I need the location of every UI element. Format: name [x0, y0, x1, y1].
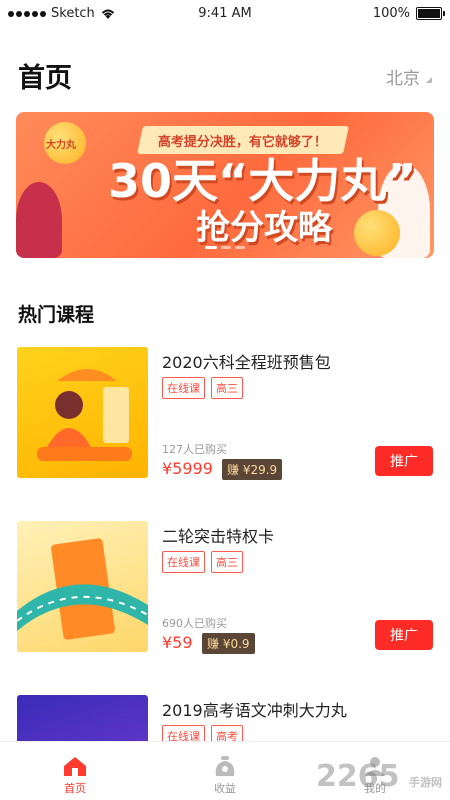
- banner-headline: 30天“大力丸”: [108, 154, 417, 208]
- banner-subline: 抢分攻略: [196, 208, 332, 248]
- watermark-brand: 2265: [316, 759, 400, 794]
- course-thumbnail: [17, 347, 148, 478]
- promo-banner[interactable]: 大力丸 高考提分决胜，有它就够了！ 30天“大力丸” 抢分攻略: [16, 112, 434, 258]
- banner-ribbon: 高考提分决胜，有它就够了！: [137, 126, 349, 154]
- buyer-count: 690人已购买: [162, 617, 227, 630]
- city-selector[interactable]: 北京: [386, 64, 432, 89]
- tab-label: 首页: [64, 782, 86, 795]
- course-title: 2020六科全程班预售包: [162, 353, 331, 372]
- status-bar: Sketch 9:41 AM 100%: [0, 0, 450, 28]
- course-tag: 在线课: [162, 725, 205, 741]
- course-card[interactable]: 2020六科全程班预售包 在线课 高三 127人已购买 ¥5999 赚 ¥29.…: [0, 347, 450, 487]
- battery-icon: [416, 7, 445, 20]
- course-title: 二轮突击特权卡: [162, 527, 275, 546]
- buyer-count: 127人已购买: [162, 443, 227, 456]
- money-bag-icon: [215, 756, 235, 776]
- course-tag: 高考: [211, 725, 243, 741]
- tab-earnings[interactable]: 收益: [150, 742, 300, 800]
- battery-percent: 100%: [372, 6, 410, 21]
- course-tag: 在线课: [162, 377, 205, 399]
- course-tags: 在线课 高三: [162, 551, 243, 573]
- course-thumbnail: [17, 695, 148, 741]
- banner-pager: [16, 246, 434, 249]
- course-price: ¥5999: [162, 459, 213, 478]
- home-icon: [64, 757, 86, 776]
- course-tag: 高三: [211, 551, 243, 573]
- earn-badge: 赚 ¥0.9: [202, 633, 255, 654]
- city-label: 北京: [386, 69, 420, 89]
- ball-text: 大力丸: [46, 140, 76, 151]
- course-card[interactable]: 二轮突击特权卡 在线课 高三 690人已购买 ¥59 赚 ¥0.9 推广: [0, 521, 450, 661]
- course-tags: 在线课 高三: [162, 377, 243, 399]
- site-watermark: 2265 手游网: [316, 759, 442, 794]
- tab-home[interactable]: 首页: [0, 742, 150, 800]
- course-tags: 在线课 高考: [162, 725, 243, 741]
- ball-decoration-icon-2: [354, 210, 400, 256]
- tab-label: 收益: [214, 782, 236, 795]
- dropdown-triangle-icon: [426, 76, 432, 83]
- earn-badge: 赚 ¥29.9: [222, 459, 283, 480]
- card-illustration-icon: [17, 538, 148, 640]
- study-illustration-icon: [37, 369, 132, 461]
- course-thumbnail: [17, 521, 148, 652]
- promote-button[interactable]: 推广: [375, 446, 433, 476]
- course-price: ¥59: [162, 633, 193, 652]
- page-title: 首页: [18, 63, 72, 94]
- section-title: 热门课程: [18, 304, 95, 326]
- watermark-site: 手游网: [409, 776, 442, 789]
- promote-button[interactable]: 推广: [375, 620, 433, 650]
- course-tag: 在线课: [162, 551, 205, 573]
- course-card[interactable]: 2019高考语文冲刺大力丸 在线课 高考: [0, 695, 450, 741]
- course-title: 2019高考语文冲刺大力丸: [162, 701, 347, 720]
- course-tag: 高三: [211, 377, 243, 399]
- battery-area: 100%: [372, 6, 445, 21]
